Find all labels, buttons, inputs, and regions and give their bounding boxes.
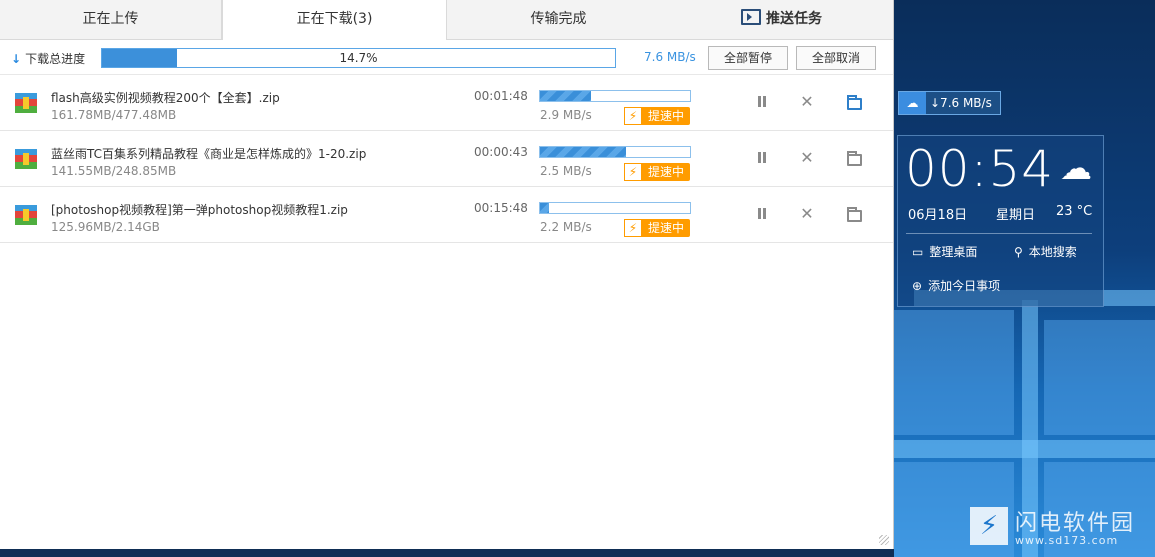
floating-speed: ↓7.6 MB/s: [930, 96, 992, 110]
download-row[interactable]: 蓝丝雨TC百集系列精品教程《商业是怎样炼成的》1-20.zip 141.55MB…: [0, 131, 893, 187]
tab-downloading[interactable]: 正在下载(3): [222, 0, 447, 40]
download-row[interactable]: [photoshop视频教程]第一弹photoshop视频教程1.zip 125…: [0, 187, 893, 243]
watermark: ⚡ 闪电软件园 www.sd173.com: [970, 505, 1140, 550]
file-size: 161.78MB/477.48MB: [51, 108, 177, 122]
file-progress-bar: [539, 202, 691, 214]
file-name: flash高级实例视频教程200个【全套】.zip: [51, 91, 280, 105]
widget-divider: [906, 233, 1092, 234]
file-name: [photoshop视频教程]第一弹photoshop视频教程1.zip: [51, 203, 348, 217]
total-progress-percent: 14.7%: [339, 51, 378, 65]
file-progress-bar: [539, 90, 691, 102]
add-today-item-button[interactable]: ⊕ 添加今日事项: [912, 277, 1000, 294]
pause-icon[interactable]: [755, 95, 769, 109]
file-progress-bar: [539, 146, 691, 158]
cloud-icon: ☁: [899, 92, 926, 114]
download-row[interactable]: flash高级实例视频教程200个【全套】.zip 161.78MB/477.4…: [0, 75, 893, 131]
search-icon: ⚲: [1014, 245, 1023, 259]
file-progress-fill: [540, 203, 549, 213]
close-icon[interactable]: ✕: [800, 94, 814, 110]
thunderstorm-icon: ☁: [1060, 149, 1092, 187]
total-progress-bar-row: ↓ 下载总进度 14.7% 7.6 MB/s 全部暂停 全部取消: [0, 40, 893, 75]
close-icon[interactable]: ✕: [800, 206, 814, 222]
cancel-all-button[interactable]: 全部取消: [796, 46, 876, 70]
tab-uploading[interactable]: 正在上传: [0, 0, 222, 39]
file-progress-fill: [540, 147, 626, 157]
tab-label: 传输完成: [530, 11, 587, 27]
clock-time: 00:54: [905, 140, 1055, 198]
local-search-button[interactable]: ⚲ 本地搜索: [1014, 243, 1077, 260]
local-search-label: 本地搜索: [1028, 245, 1077, 259]
tab-bar: 正在上传 正在下载(3) 传输完成 推送任务: [0, 0, 893, 40]
tab-label: 正在上传: [82, 11, 139, 27]
file-speed: 2.5 MB/s: [540, 164, 592, 178]
total-progress-text: 下载总进度: [25, 52, 86, 66]
clock-widget: 00:54 ☁ 06月18日 星期日 23 °C ▭ 整理桌面 ⚲ 本地搜索 ⊕ 添加…: [897, 135, 1104, 307]
zip-file-icon: [15, 93, 37, 113]
boost-badge[interactable]: ⚡ 提速中: [624, 107, 690, 125]
boost-label: 提速中: [648, 221, 685, 235]
open-folder-icon[interactable]: [847, 95, 862, 110]
taskbar: [0, 549, 894, 557]
file-speed: 2.2 MB/s: [540, 220, 592, 234]
tidy-desktop-label: 整理桌面: [929, 245, 978, 259]
transfer-window: 正在上传 正在下载(3) 传输完成 推送任务 ↓ 下载总进度 14.7% 7.6 …: [0, 0, 894, 550]
total-progress-bar: 14.7%: [101, 48, 616, 68]
tab-push-tasks[interactable]: 推送任务: [670, 0, 893, 39]
pause-icon[interactable]: [755, 151, 769, 165]
add-today-label: 添加今日事项: [928, 279, 1001, 293]
total-speed: 7.6 MB/s: [644, 50, 696, 64]
file-size: 141.55MB/248.85MB: [51, 164, 177, 178]
file-speed: 2.9 MB/s: [540, 108, 592, 122]
file-size: 125.96MB/2.14GB: [51, 220, 160, 234]
boost-label: 提速中: [648, 109, 685, 123]
watermark-url: www.sd173.com: [1015, 534, 1119, 547]
temperature: 23 °C: [1056, 204, 1093, 219]
clock-weekday: 星期日: [996, 208, 1036, 223]
total-progress-label: ↓ 下载总进度: [11, 50, 85, 67]
close-icon[interactable]: ✕: [800, 150, 814, 166]
window-light-pane: [1044, 320, 1155, 435]
download-arrow-icon: ↓: [11, 52, 22, 66]
window-light-pane: [894, 310, 1014, 435]
tab-label: 正在下载(3): [296, 11, 373, 27]
monitor-icon: ▭: [912, 245, 924, 259]
time-remaining: 00:01:48: [474, 89, 528, 103]
tidy-desktop-button[interactable]: ▭ 整理桌面: [912, 243, 977, 260]
time-remaining: 00:15:48: [474, 201, 528, 215]
pause-all-button[interactable]: 全部暂停: [708, 46, 788, 70]
lightning-icon: ⚡: [624, 107, 642, 125]
zip-file-icon: [15, 149, 37, 169]
tab-completed[interactable]: 传输完成: [447, 0, 670, 39]
zip-file-icon: [15, 205, 37, 225]
resize-grip[interactable]: [879, 535, 889, 545]
plus-circle-icon: ⊕: [912, 279, 923, 293]
boost-badge[interactable]: ⚡ 提速中: [624, 219, 690, 237]
clock-date: 06月18日: [908, 208, 968, 223]
push-screen-icon: [741, 9, 761, 25]
boost-label: 提速中: [648, 165, 685, 179]
boost-badge[interactable]: ⚡ 提速中: [624, 163, 690, 181]
lightning-logo-icon: ⚡: [970, 507, 1008, 545]
lightning-icon: ⚡: [624, 163, 642, 181]
floating-speed-badge[interactable]: ☁ ↓7.6 MB/s: [898, 91, 1001, 115]
time-remaining: 00:00:43: [474, 145, 528, 159]
watermark-text: 闪电软件园: [1015, 511, 1136, 536]
file-name: 蓝丝雨TC百集系列精品教程《商业是怎样炼成的》1-20.zip: [51, 147, 367, 161]
tab-label: 推送任务: [766, 11, 822, 27]
pause-icon[interactable]: [755, 207, 769, 221]
file-progress-fill: [540, 91, 591, 101]
open-folder-icon[interactable]: [847, 207, 862, 222]
open-folder-icon[interactable]: [847, 151, 862, 166]
lightning-icon: ⚡: [624, 219, 642, 237]
